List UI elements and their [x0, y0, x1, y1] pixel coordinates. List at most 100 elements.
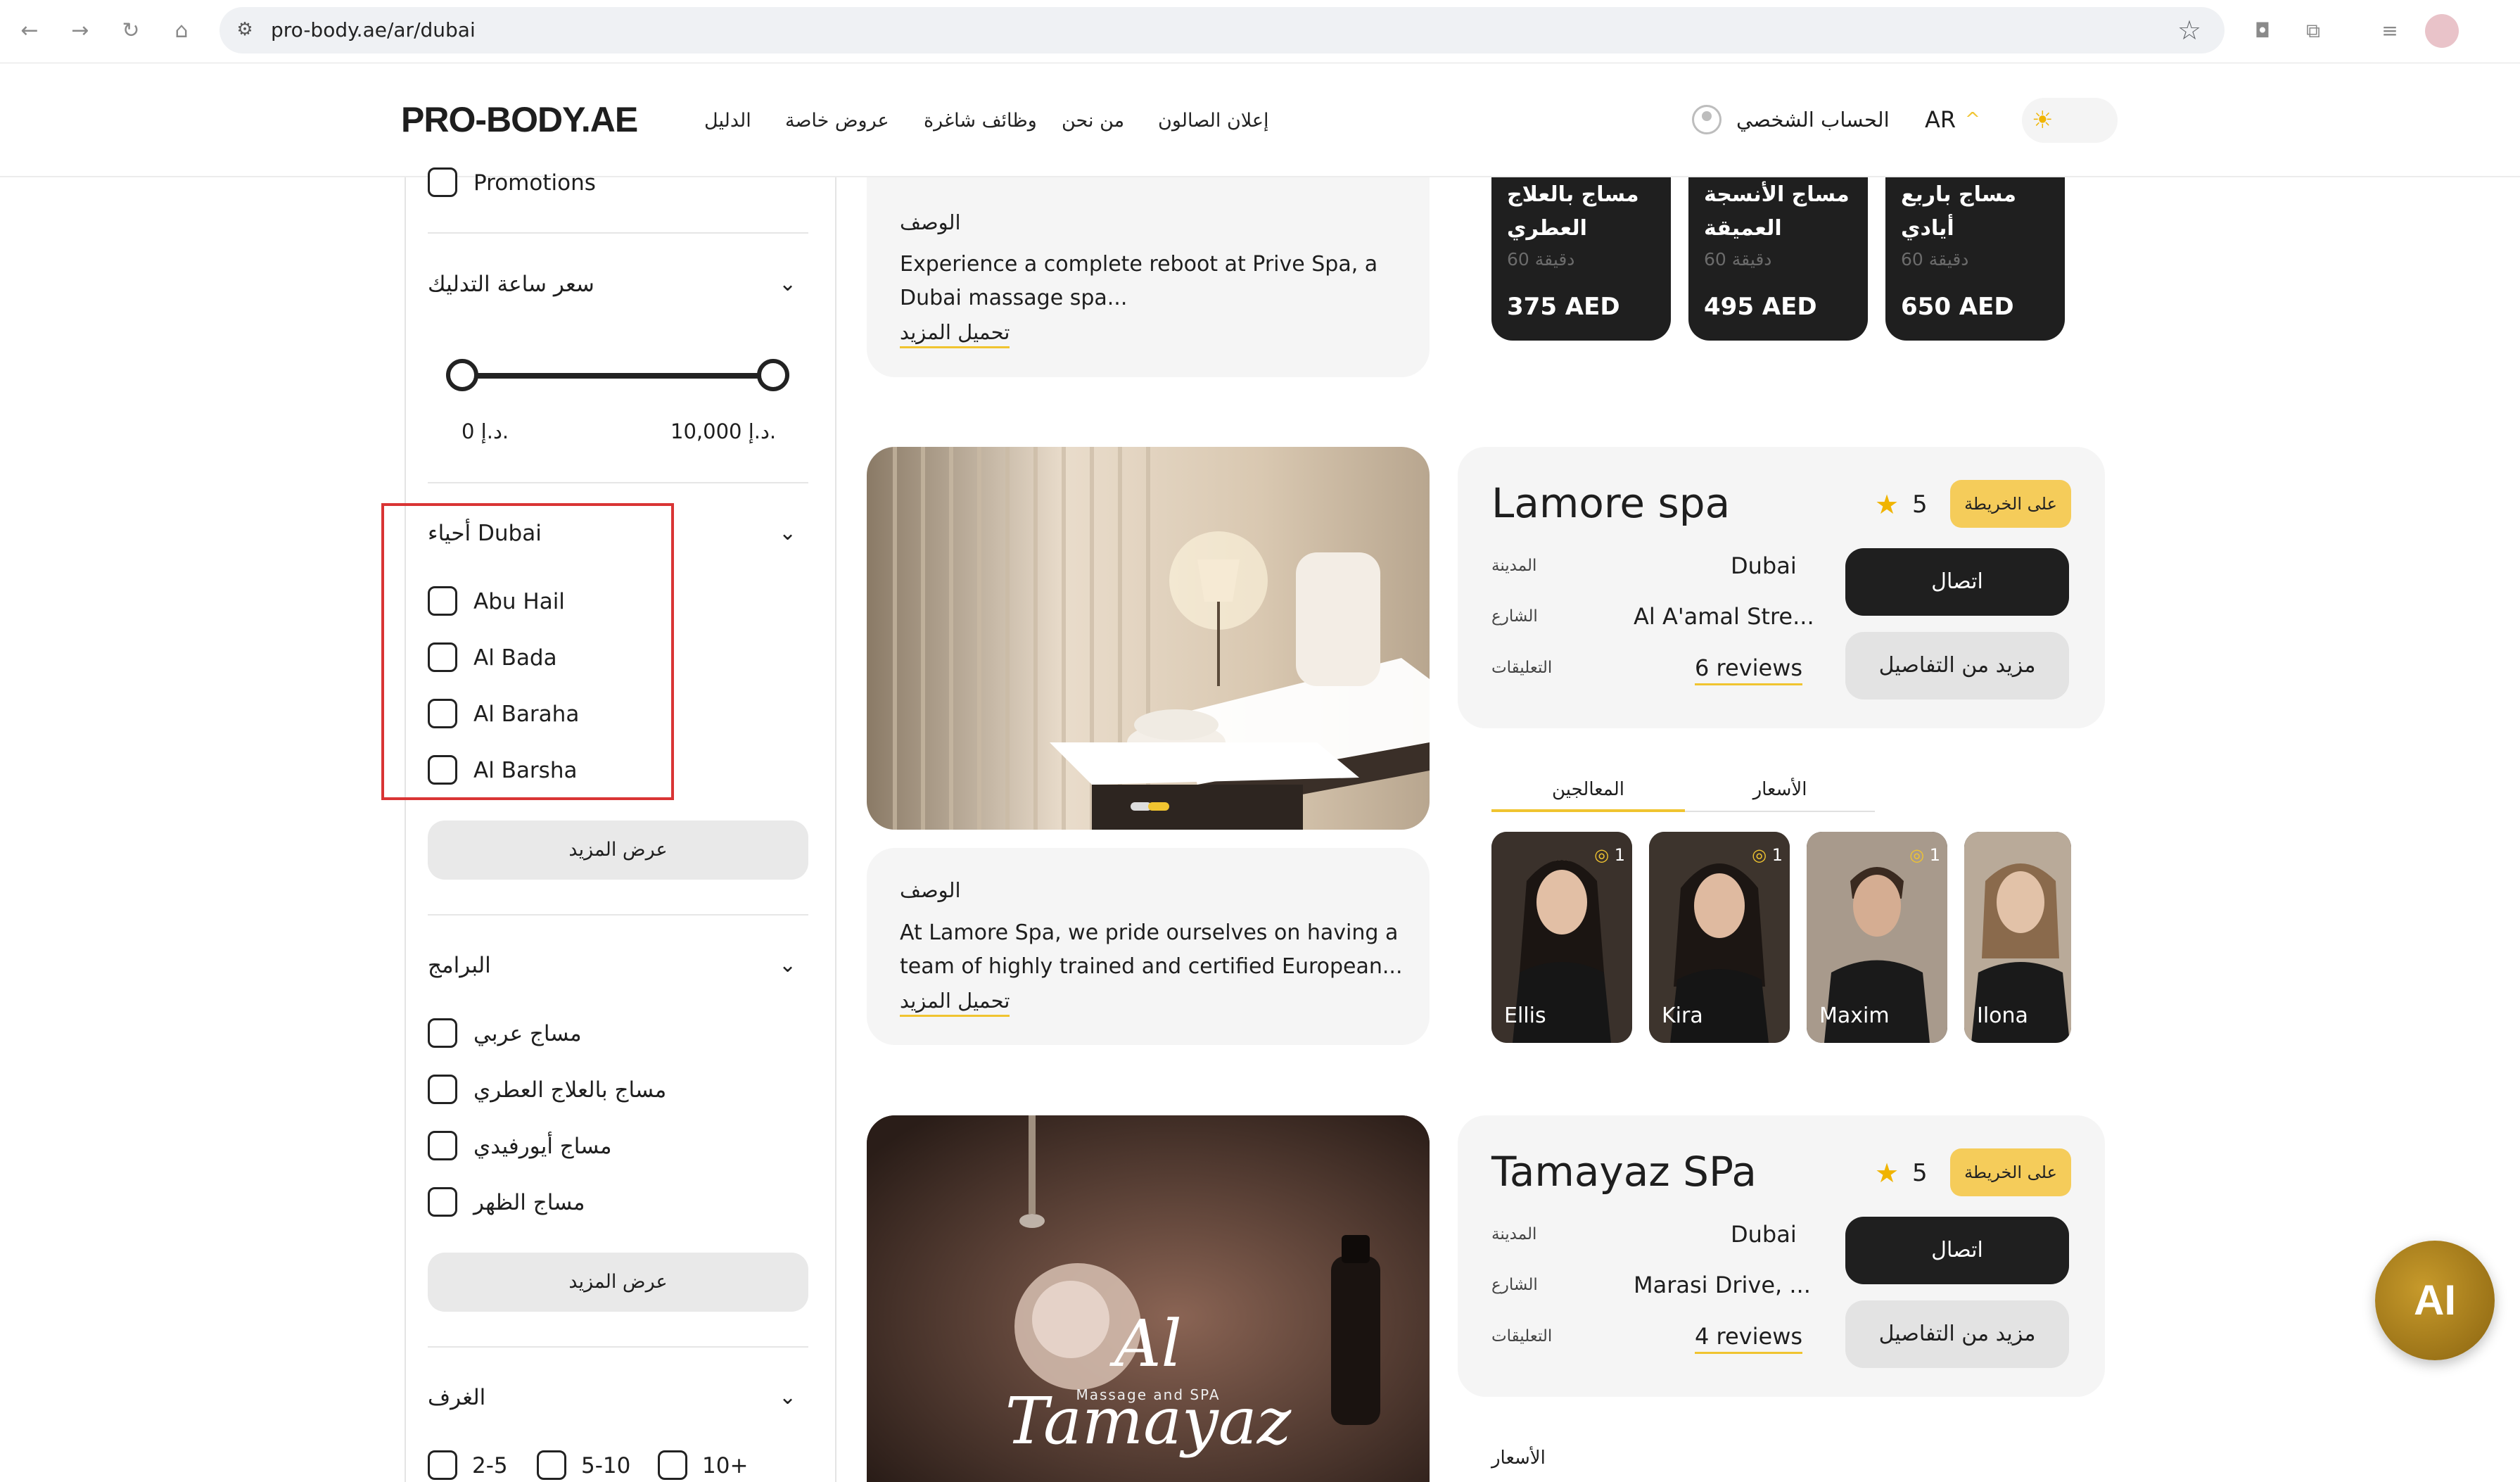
instagram-badge: ◎ 1: [1594, 845, 1625, 865]
price-card[interactable]: مساج الأنسجة العميقة 60 دقيقة 495 AED: [1688, 177, 1868, 341]
price-slider-max-handle[interactable]: [757, 359, 789, 391]
site-settings-icon[interactable]: ⚙: [232, 17, 257, 42]
home-icon[interactable]: ⌂: [166, 15, 197, 46]
program-checkbox[interactable]: [428, 1018, 457, 1048]
account-icon[interactable]: [1692, 105, 1722, 134]
price-card[interactable]: مساج بالعلاج العطري 60 دقيقة 375 AED: [1491, 177, 1671, 341]
promotions-checkbox[interactable]: [428, 167, 457, 197]
rooms-label: 5-10: [581, 1453, 631, 1478]
price-card-amount: 375 AED: [1507, 293, 1620, 321]
description-text: team of highly trained and certified Eur…: [900, 954, 1403, 979]
reload-icon[interactable]: ↻: [115, 15, 146, 46]
therapist-name: Kira: [1662, 1003, 1703, 1028]
program-label: مساج أيورفيدي: [473, 1134, 612, 1159]
price-card-title: مساج بالعلاج: [1507, 182, 1639, 207]
chevron-down-icon[interactable]: ⌄: [779, 269, 796, 300]
star-icon: ★: [1875, 489, 1899, 520]
extensions-icon[interactable]: ⧉: [2298, 15, 2329, 46]
call-button[interactable]: اتصال: [1845, 548, 2069, 616]
therapist-count: 1: [1771, 845, 1783, 865]
therapist-name: Ellis: [1504, 1003, 1546, 1028]
tamayaz-logo-subtext: Massage and SPA: [1076, 1386, 1221, 1403]
nav-about[interactable]: من نحن: [1062, 107, 1124, 135]
media-icon[interactable]: ≡: [2374, 15, 2405, 46]
address-bar[interactable]: [219, 7, 2225, 53]
url-text[interactable]: pro-body.ae/ar/dubai: [271, 13, 476, 48]
description-title: الوصف: [900, 878, 961, 902]
chevron-down-icon[interactable]: ⌄: [779, 1382, 796, 1413]
meta-label-street: الشارع: [1491, 1276, 1538, 1294]
salon-city: Dubai: [1731, 552, 1797, 579]
meta-label-city: المدينة: [1491, 557, 1537, 575]
price-card-title: مساج باربع: [1901, 182, 2016, 207]
program-checkbox[interactable]: [428, 1187, 457, 1217]
price-filter-title[interactable]: سعر ساعة التدليك: [428, 269, 594, 300]
salon-city: Dubai: [1731, 1221, 1797, 1248]
load-more-link[interactable]: تحميل المزيد: [900, 318, 1010, 348]
salon-name[interactable]: Lamore spa: [1491, 479, 1730, 528]
back-icon[interactable]: ←: [14, 15, 45, 46]
nav-directory[interactable]: الدليل: [704, 107, 751, 135]
nav-advertise-salon[interactable]: إعلان الصالون: [1158, 107, 1269, 135]
salon-photo-lamore[interactable]: [867, 447, 1430, 830]
account-link[interactable]: الحساب الشخصي: [1736, 106, 1890, 134]
meta-label-reviews: التعليقات: [1491, 659, 1553, 677]
therapist-count: 1: [1929, 845, 1940, 865]
chevron-down-icon[interactable]: ⌄: [779, 518, 796, 549]
price-slider-track[interactable]: [463, 373, 772, 379]
rooms-label: 10+: [702, 1453, 749, 1478]
nav-vacancies[interactable]: وظائف شاغرة: [924, 107, 1037, 135]
nav-special-offers[interactable]: عروض خاصة: [785, 107, 889, 135]
tab-prices[interactable]: الأسعار: [1491, 1444, 1546, 1472]
program-checkbox[interactable]: [428, 1131, 457, 1160]
price-card-amount: 650 AED: [1901, 293, 2014, 321]
more-details-button[interactable]: مزيد من التفاصيل: [1845, 632, 2069, 699]
highlight-box: [381, 503, 674, 800]
ai-assistant-button[interactable]: AI: [2375, 1241, 2495, 1360]
reviews-link[interactable]: 4 reviews: [1695, 1321, 1803, 1354]
call-button[interactable]: اتصال: [1845, 1217, 2069, 1284]
divider: [428, 232, 808, 234]
tab-divider: [1685, 811, 1875, 812]
meta-label-street: الشارع: [1491, 607, 1538, 626]
therapist-card[interactable]: ◎ 1 Ellis: [1491, 832, 1632, 1043]
salon-name[interactable]: Tamayaz SPa: [1491, 1147, 1757, 1196]
programs-show-more-button[interactable]: عرض المزيد: [428, 1253, 808, 1312]
districts-show-more-button[interactable]: عرض المزيد: [428, 821, 808, 880]
bookmark-star-icon[interactable]: ☆: [2177, 13, 2201, 48]
language-selector[interactable]: AR: [1925, 104, 1956, 135]
price-max-label: 10,000 د.إ.: [670, 419, 777, 443]
programs-filter-title[interactable]: البرامج: [428, 950, 491, 981]
price-card-title: العميقة: [1704, 216, 1782, 241]
salon-street: Al A'amal Stre...: [1634, 603, 1814, 630]
chevron-up-icon[interactable]: ^: [1965, 106, 1980, 134]
chevron-down-icon[interactable]: ⌄: [779, 950, 796, 981]
description-text: Dubai massage spa...: [900, 286, 1128, 310]
meta-label-city: المدينة: [1491, 1225, 1537, 1243]
rooms-checkbox[interactable]: [537, 1450, 566, 1480]
on-map-button[interactable]: على الخريطة: [1950, 1148, 2071, 1196]
rooms-checkbox[interactable]: [428, 1450, 457, 1480]
site-logo[interactable]: PRO-BODY.AE: [401, 99, 638, 141]
price-card[interactable]: مساج باربع أيادي 60 دقيقة 650 AED: [1885, 177, 2065, 341]
price-slider-min-handle[interactable]: [446, 359, 478, 391]
therapist-card[interactable]: Ilona: [1964, 832, 2071, 1043]
therapist-card[interactable]: ◎ 1 Kira: [1649, 832, 1790, 1043]
price-card-duration: 60 دقيقة: [1901, 249, 1969, 270]
tab-therapists[interactable]: المعالجين: [1491, 775, 1685, 804]
therapist-card[interactable]: ◎ 1 Maxim: [1807, 832, 1947, 1043]
more-details-button[interactable]: مزيد من التفاصيل: [1845, 1300, 2069, 1368]
on-map-button[interactable]: على الخريطة: [1950, 480, 2071, 528]
description-title: الوصف: [900, 210, 961, 234]
rooms-checkbox[interactable]: [658, 1450, 687, 1480]
salon-photo-tamayaz[interactable]: Al Tamayaz Massage and SPA: [867, 1115, 1430, 1482]
rooms-filter-title[interactable]: الغرف: [428, 1382, 485, 1413]
tab-prices[interactable]: الأسعار: [1685, 775, 1875, 804]
profile-avatar[interactable]: [2425, 14, 2459, 48]
forward-icon[interactable]: →: [65, 15, 96, 46]
reviews-link[interactable]: 6 reviews: [1695, 652, 1803, 685]
load-more-link[interactable]: تحميل المزيد: [900, 987, 1010, 1017]
program-checkbox[interactable]: [428, 1075, 457, 1104]
camera-icon[interactable]: ◘: [2247, 15, 2278, 46]
therapist-name: Maxim: [1819, 1003, 1890, 1028]
